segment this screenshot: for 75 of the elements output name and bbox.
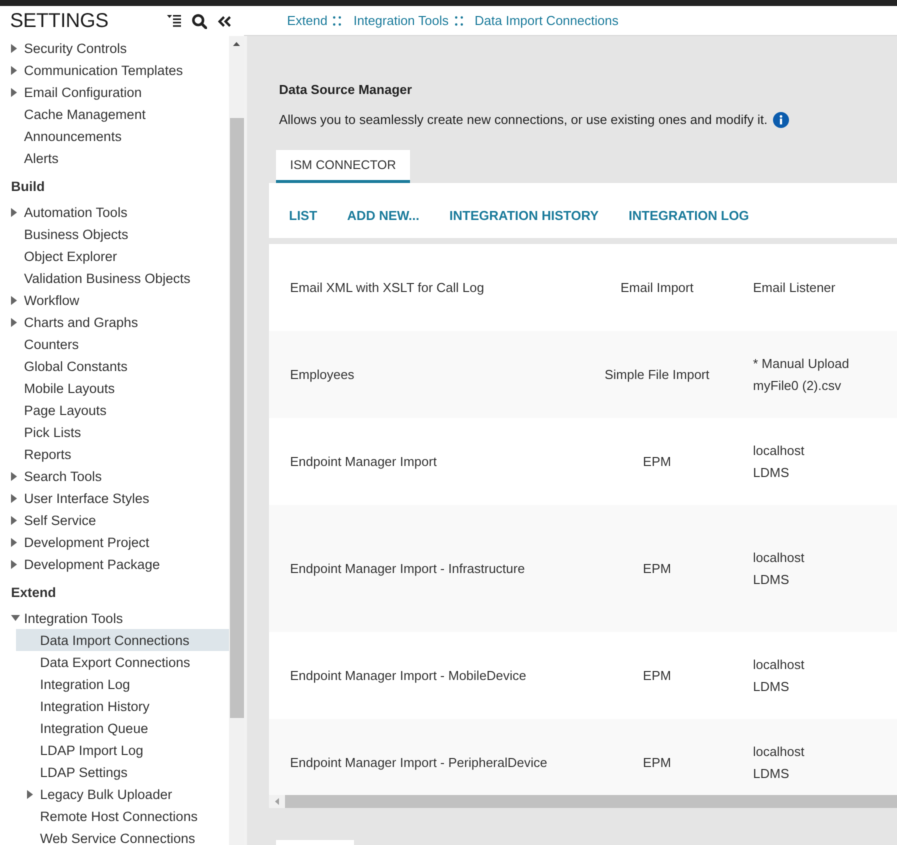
sidebar-item[interactable]: Global Constants <box>0 355 229 377</box>
table-cell: Endpoint Manager Import - PeripheralDevice <box>290 755 548 770</box>
table-cell: Endpoint Manager Import <box>290 454 437 469</box>
section-heading: Build <box>10 178 46 196</box>
table-cell: EPM <box>642 454 672 469</box>
breadcrumb-link[interactable]: Integration Tools <box>353 13 449 28</box>
breadcrumb-link[interactable]: Extend <box>287 13 328 28</box>
sidebar-item[interactable]: User Interface Styles <box>0 487 229 509</box>
sidebar-item[interactable]: Alerts <box>0 147 229 169</box>
separator-dots-icon <box>454 16 463 26</box>
table-cell-text: localhost LDMS <box>753 442 804 482</box>
sidebar-item[interactable]: Announcements <box>0 125 229 147</box>
sidebar-item[interactable]: Legacy Bulk Uploader <box>16 783 229 805</box>
double-chevron-left-icon[interactable] <box>218 16 231 26</box>
table-cell: EPM <box>642 755 672 770</box>
sidebar-item[interactable]: Validation Business Objects <box>0 267 229 289</box>
sidebar-item[interactable]: LDAP Settings <box>16 761 229 783</box>
page-title: Data Source Manager <box>278 81 413 99</box>
sidebar-item[interactable]: Mobile Layouts <box>0 377 229 399</box>
sidebar-item[interactable]: Reports <box>0 443 229 465</box>
sidebar-item[interactable]: Object Explorer <box>0 245 229 267</box>
sidebar-item[interactable]: Business Objects <box>0 223 229 245</box>
table-cell-text: localhost LDMS <box>753 656 804 696</box>
search-icon[interactable] <box>192 14 207 28</box>
table-cell: Endpoint Manager Import - MobileDevice <box>290 668 526 683</box>
action-link[interactable]: ADD NEW... <box>347 208 420 222</box>
page-description: Allows you to seamlessly create new connections, or use existing ones and modify it. <box>279 111 768 129</box>
action-link[interactable]: LIST <box>289 208 318 222</box>
list-icon[interactable] <box>167 15 181 27</box>
scroll-left-arrow-icon[interactable] <box>275 798 279 805</box>
sidebar-item[interactable]: Integration History <box>16 695 229 717</box>
table-cell: Endpoint Manager Import - Infrastructure <box>290 561 525 576</box>
table-cell: Simple File Import <box>604 367 710 382</box>
sidebar-item[interactable]: Integration Tools <box>0 607 229 629</box>
section-heading: Extend <box>10 584 58 602</box>
sidebar-item[interactable]: Data Export Connections <box>16 651 229 673</box>
table-cell: EPM <box>642 561 672 576</box>
sidebar-item[interactable]: Pick Lists <box>0 421 229 443</box>
sidebar-item[interactable]: Charts and Graphs <box>0 311 229 333</box>
vertical-scrollbar[interactable] <box>229 36 244 845</box>
table-cell: EPM <box>642 668 672 683</box>
sidebar-item[interactable]: Web Service Connections <box>16 827 229 845</box>
sidebar-item[interactable]: Email Configuration <box>0 81 229 103</box>
action-link[interactable]: INTEGRATION HISTORY <box>449 208 599 222</box>
sidebar-item[interactable]: Communication Templates <box>0 59 229 81</box>
info-icon[interactable] <box>773 112 790 128</box>
scrollbar-thumb[interactable] <box>230 118 244 718</box>
sidebar-item[interactable]: Development Package <box>0 553 229 575</box>
separator-dots-icon <box>333 16 342 26</box>
sidebar-item[interactable]: Automation Tools <box>0 201 229 223</box>
sidebar-item[interactable]: Integration Queue <box>16 717 229 739</box>
sidebar-item[interactable]: Cache Management <box>0 103 229 125</box>
sidebar-item[interactable]: Counters <box>0 333 229 355</box>
table-cell-text: Email Listener <box>753 278 836 296</box>
scroll-up-arrow-icon[interactable] <box>233 42 240 46</box>
sidebar-item[interactable]: Workflow <box>0 289 229 311</box>
sidebar-item[interactable]: Security Controls <box>0 37 229 59</box>
table-cell-text: localhost LDMS <box>753 548 804 588</box>
breadcrumb-link[interactable]: Data Import Connections <box>474 13 618 28</box>
action-link[interactable]: INTEGRATION LOG <box>628 208 750 222</box>
sidebar-item[interactable]: Development Project <box>0 531 229 553</box>
table-cell: Email Import <box>620 280 694 295</box>
table-cell-text: * Manual Upload myFile0 (2).csv <box>753 354 850 395</box>
table-cell-text: localhost LDMS <box>753 742 804 782</box>
table-cell: Employees <box>290 367 354 382</box>
sidebar-item[interactable]: Self Service <box>0 509 229 531</box>
sidebar-item[interactable]: Search Tools <box>0 465 229 487</box>
sidebar-item[interactable]: Page Layouts <box>0 399 229 421</box>
sidebar-item[interactable]: Remote Host Connections <box>16 805 229 827</box>
sidebar-item[interactable]: LDAP Import Log <box>16 739 229 761</box>
table-cell: Email XML with XSLT for Call Log <box>290 280 484 295</box>
sidebar-title: SETTINGS <box>10 10 108 32</box>
sidebar-item[interactable]: Integration Log <box>16 673 229 695</box>
tab[interactable]: ISM CONNECTOR <box>276 150 410 183</box>
sidebar-item[interactable]: Data Import Connections <box>16 629 229 651</box>
